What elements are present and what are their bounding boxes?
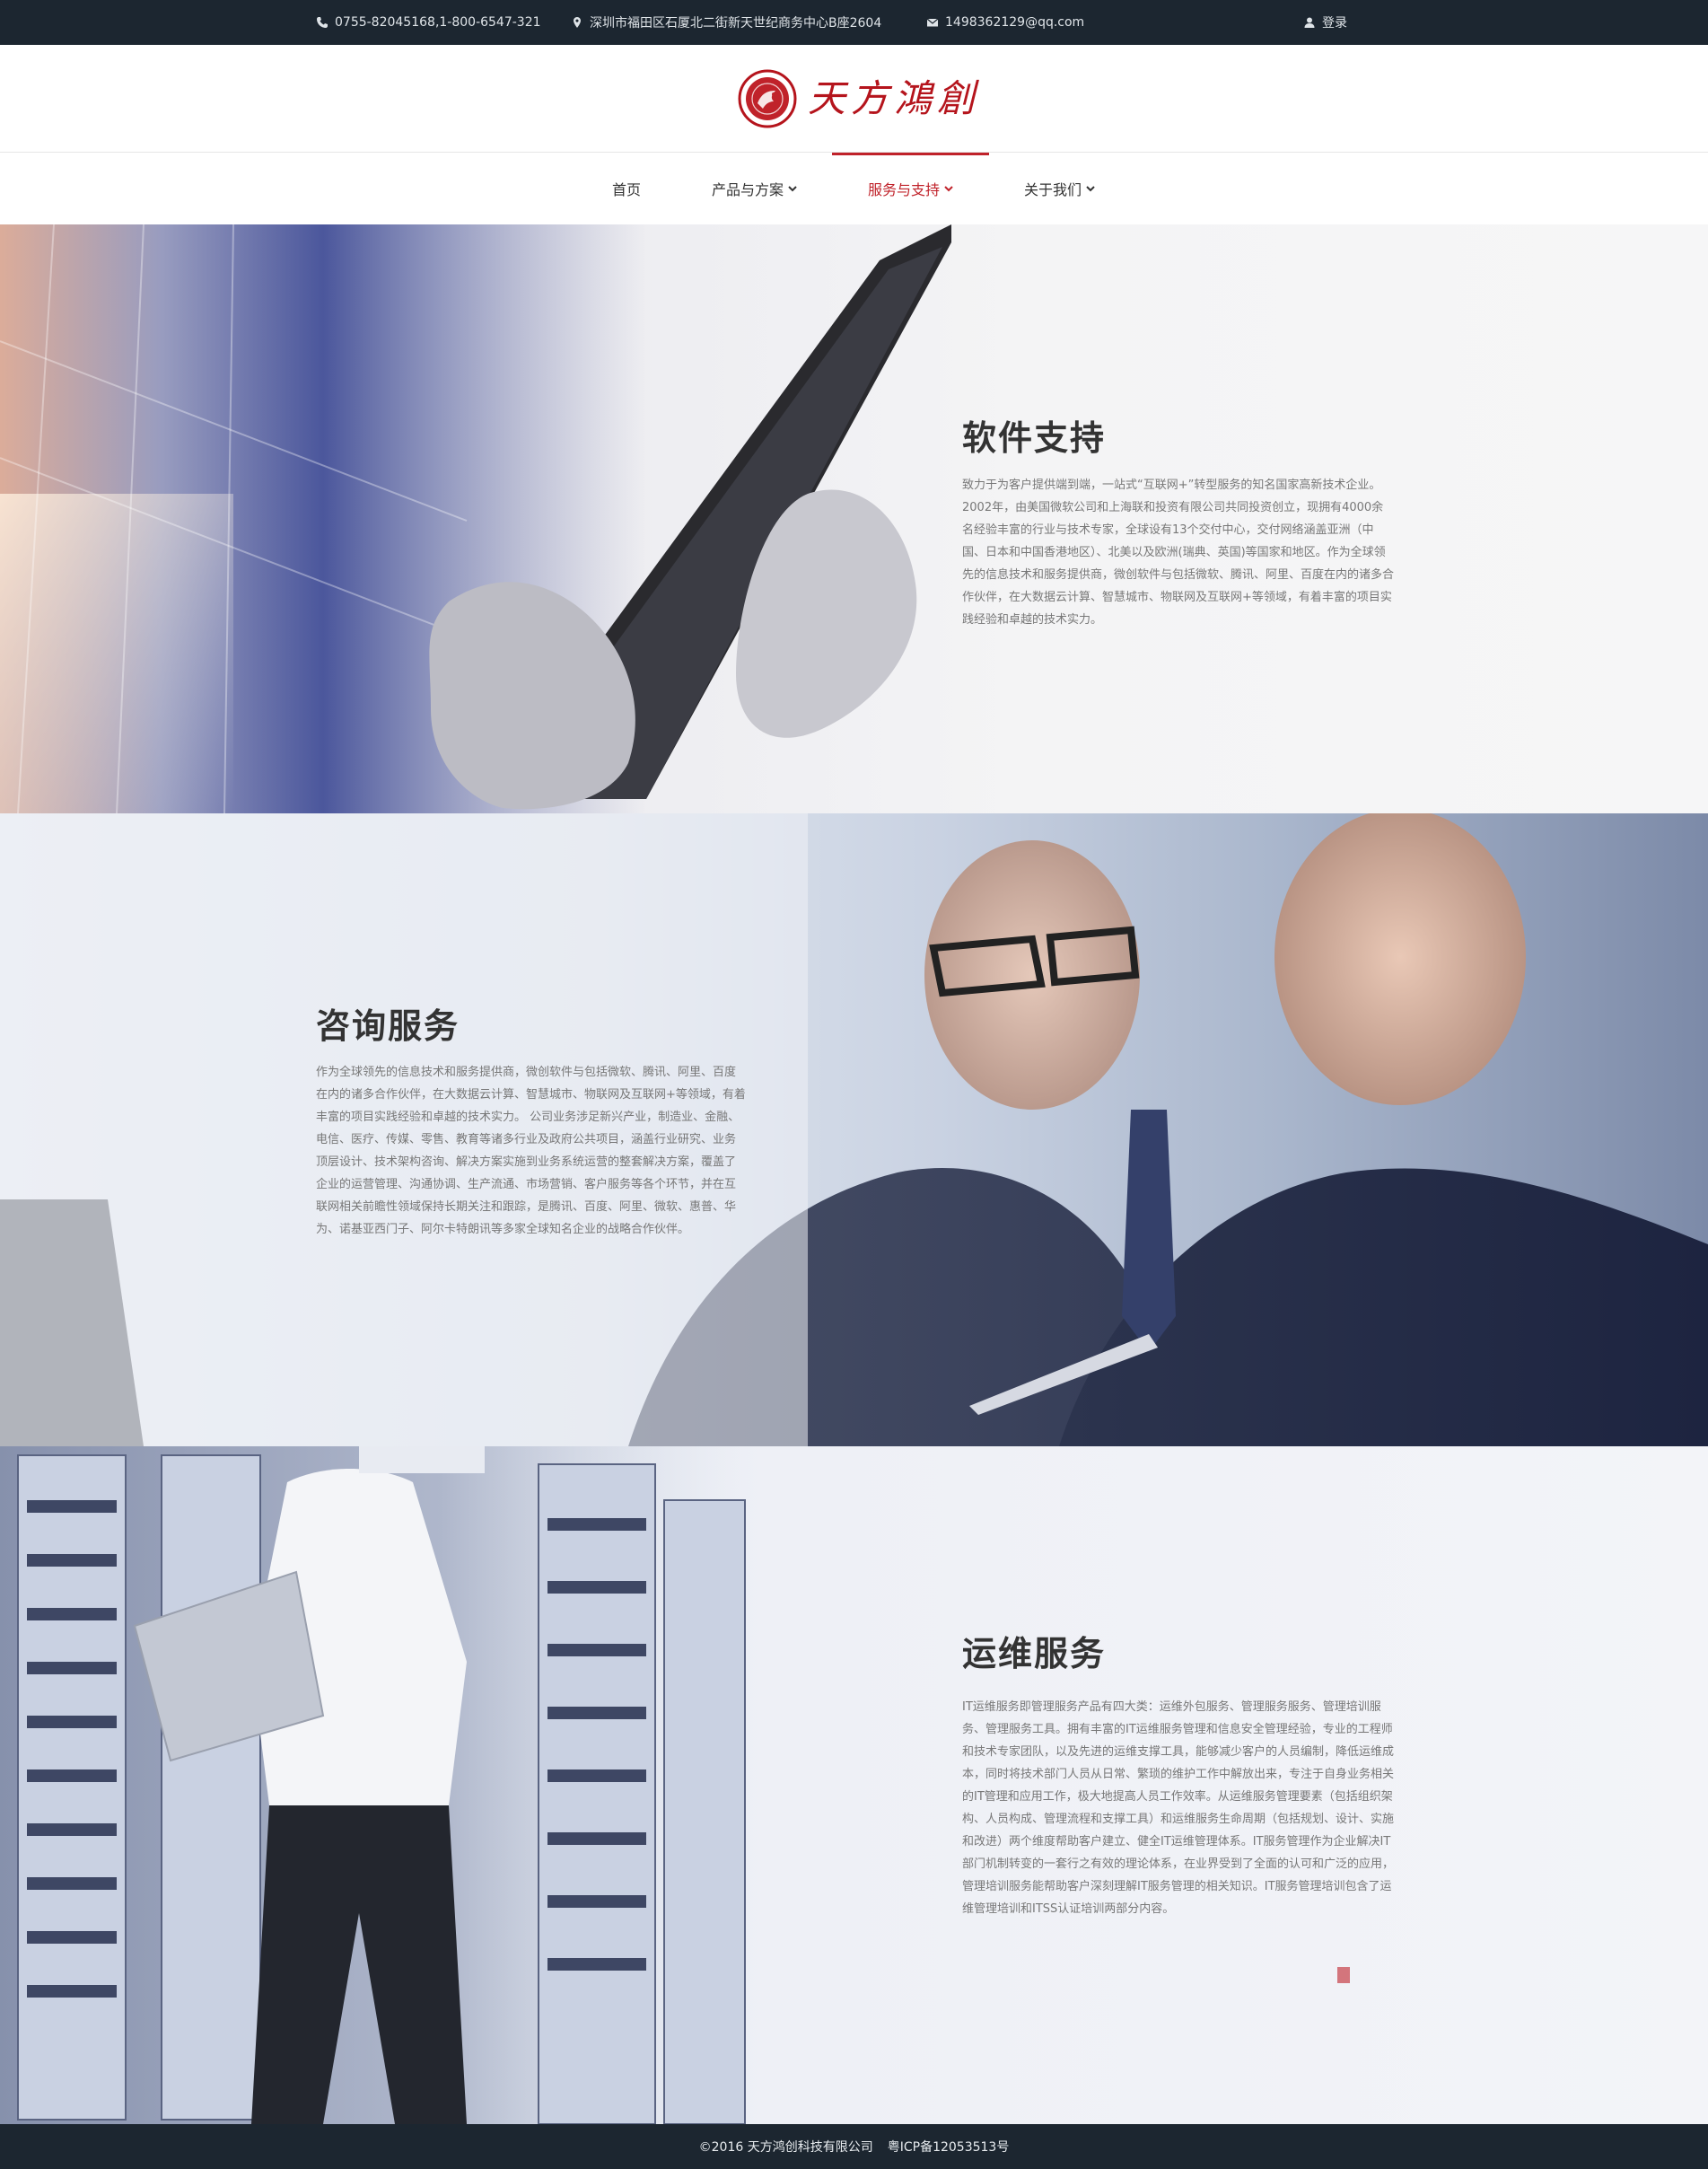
envelope-icon <box>926 16 939 29</box>
nav-item-label: 关于我们 <box>1024 181 1082 198</box>
section-title: 咨询服务 <box>316 1006 460 1046</box>
footer-copyright: ©2016 天方鸿创科技有限公司 <box>698 2140 873 2155</box>
logo-seal-icon <box>738 69 797 128</box>
nav-item-products[interactable]: 产品与方案 <box>712 153 798 224</box>
section-body: 致力于为客户提供端到端，一站式“互联网+”转型服务的知名国家高新技术企业。200… <box>962 479 1395 627</box>
topbar-email-text: 1498362129@qq.com <box>945 15 1085 30</box>
topbar-phone-text: 0755-82045168,1-800-6547-321 <box>335 15 541 30</box>
section-title: 运维服务 <box>962 1634 1107 1673</box>
section-title: 软件支持 <box>962 418 1107 458</box>
nav-item-label: 产品与方案 <box>712 181 784 198</box>
main-nav: 首页 产品与方案 服务与支持 关于我们 <box>0 153 1708 224</box>
phone-icon <box>316 16 328 29</box>
section-software-support: 软件支持 致力于为客户提供端到端，一站式“互联网+”转型服务的知名国家高新技术企… <box>0 224 1708 813</box>
topbar-address-text: 深圳市福田区石厦北二街新天世纪商务中心B座2604 <box>590 16 882 31</box>
top-contact-bar: 0755-82045168,1-800-6547-321 深圳市福田区石厦北二街… <box>0 0 1708 45</box>
topbar-address: 深圳市福田区石厦北二街新天世纪商务中心B座2604 <box>571 0 881 45</box>
logo-header: 天方鴻創 <box>0 45 1708 153</box>
site-footer: ©2016 天方鸿创科技有限公司 粤ICP备12053513号 <box>0 2124 1708 2169</box>
site-logo[interactable]: 天方鴻創 <box>738 69 980 128</box>
chevron-down-icon <box>944 186 953 192</box>
chevron-down-icon <box>1086 186 1095 192</box>
section-consulting: 咨询服务 作为全球领先的信息技术和服务提供商，微创软件与包括微软、腾讯、阿里、百… <box>0 813 1708 1446</box>
topbar-email: 1498362129@qq.com <box>926 0 1084 45</box>
server-room-photo <box>0 1446 1350 2124</box>
nav-item-label: 首页 <box>612 181 642 198</box>
nav-item-home[interactable]: 首页 <box>612 153 641 224</box>
nav-item-label: 服务与支持 <box>868 181 941 198</box>
login-link[interactable]: 登录 <box>1303 0 1347 45</box>
chevron-down-icon <box>788 186 797 192</box>
login-label[interactable]: 登录 <box>1322 13 1347 31</box>
map-marker-icon <box>571 16 583 29</box>
section-body: IT运维服务即管理服务产品有四大类：运维外包服务、管理服务服务、管理培训服务、管… <box>962 1700 1395 1916</box>
section-body: 作为全球领先的信息技术和服务提供商，微创软件与包括微软、腾讯、阿里、百度在内的诸… <box>316 1066 746 1236</box>
user-icon <box>1303 16 1316 29</box>
footer-icp[interactable]: 粤ICP备12053513号 <box>888 2138 1010 2156</box>
logo-text: 天方鴻創 <box>808 76 981 120</box>
nav-item-about[interactable]: 关于我们 <box>1024 153 1096 224</box>
nav-item-services[interactable]: 服务与支持 <box>868 153 954 224</box>
topbar-phone: 0755-82045168,1-800-6547-321 <box>316 0 541 45</box>
tablet-hand-photo <box>0 224 951 813</box>
section-operations: 运维服务 IT运维服务即管理服务产品有四大类：运维外包服务、管理服务服务、管理培… <box>0 1446 1708 2124</box>
businessmen-photo <box>0 813 1708 1446</box>
